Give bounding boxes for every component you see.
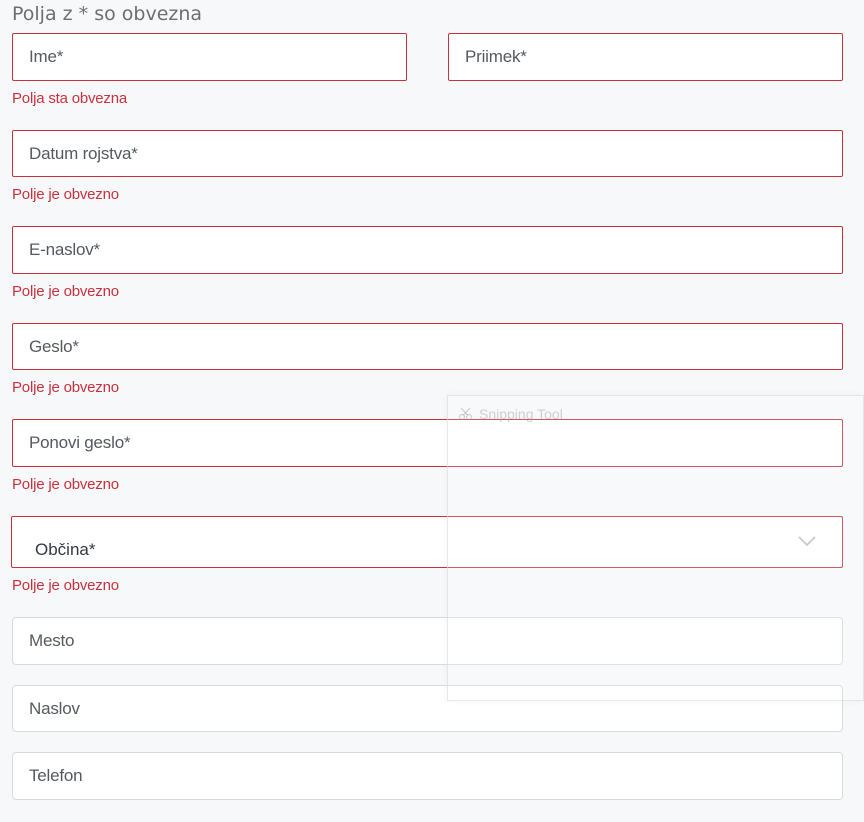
first-name-input[interactable]: Ime* <box>12 33 407 81</box>
repeat-password-placeholder: Ponovi geslo* <box>29 433 131 452</box>
required-notice: Polja z * so obvezna <box>12 3 203 25</box>
password-placeholder: Geslo* <box>29 336 79 356</box>
email-placeholder: E-naslov* <box>29 240 100 259</box>
name-error: Polja sta obvezna <box>12 90 128 107</box>
phone-input[interactable]: Telefon <box>12 752 843 800</box>
snipping-tool-title: Snipping Tool <box>479 406 563 422</box>
last-name-input[interactable]: Priimek* <box>448 33 843 81</box>
registration-form: Polja z * so obvezna Ime* Priimek* Polja… <box>0 0 864 822</box>
password-input[interactable]: Geslo* <box>12 323 843 370</box>
municipality-label: Občina* <box>35 540 96 559</box>
phone-placeholder: Telefon <box>29 766 83 785</box>
city-placeholder: Mesto <box>29 631 75 650</box>
address-placeholder: Naslov <box>29 698 80 718</box>
email-input[interactable]: E-naslov* <box>12 226 843 274</box>
birth-date-placeholder: Datum rojstva* <box>29 143 138 163</box>
snipping-tool-title-bar: Snipping Tool <box>458 406 563 422</box>
password-error: Polje je obvezno <box>12 379 119 396</box>
birth-date-error: Polje je obvezno <box>12 186 119 203</box>
last-name-placeholder: Priimek* <box>465 47 527 66</box>
snipping-tool-overlay: Snipping Tool <box>447 395 864 701</box>
scissors-icon <box>458 407 473 421</box>
repeat-password-error: Polje je obvezno <box>12 476 119 493</box>
email-error: Polje je obvezno <box>12 283 119 300</box>
municipality-error: Polje je obvezno <box>12 577 119 594</box>
birth-date-input[interactable]: Datum rojstva* <box>12 130 843 177</box>
first-name-placeholder: Ime* <box>29 47 64 66</box>
